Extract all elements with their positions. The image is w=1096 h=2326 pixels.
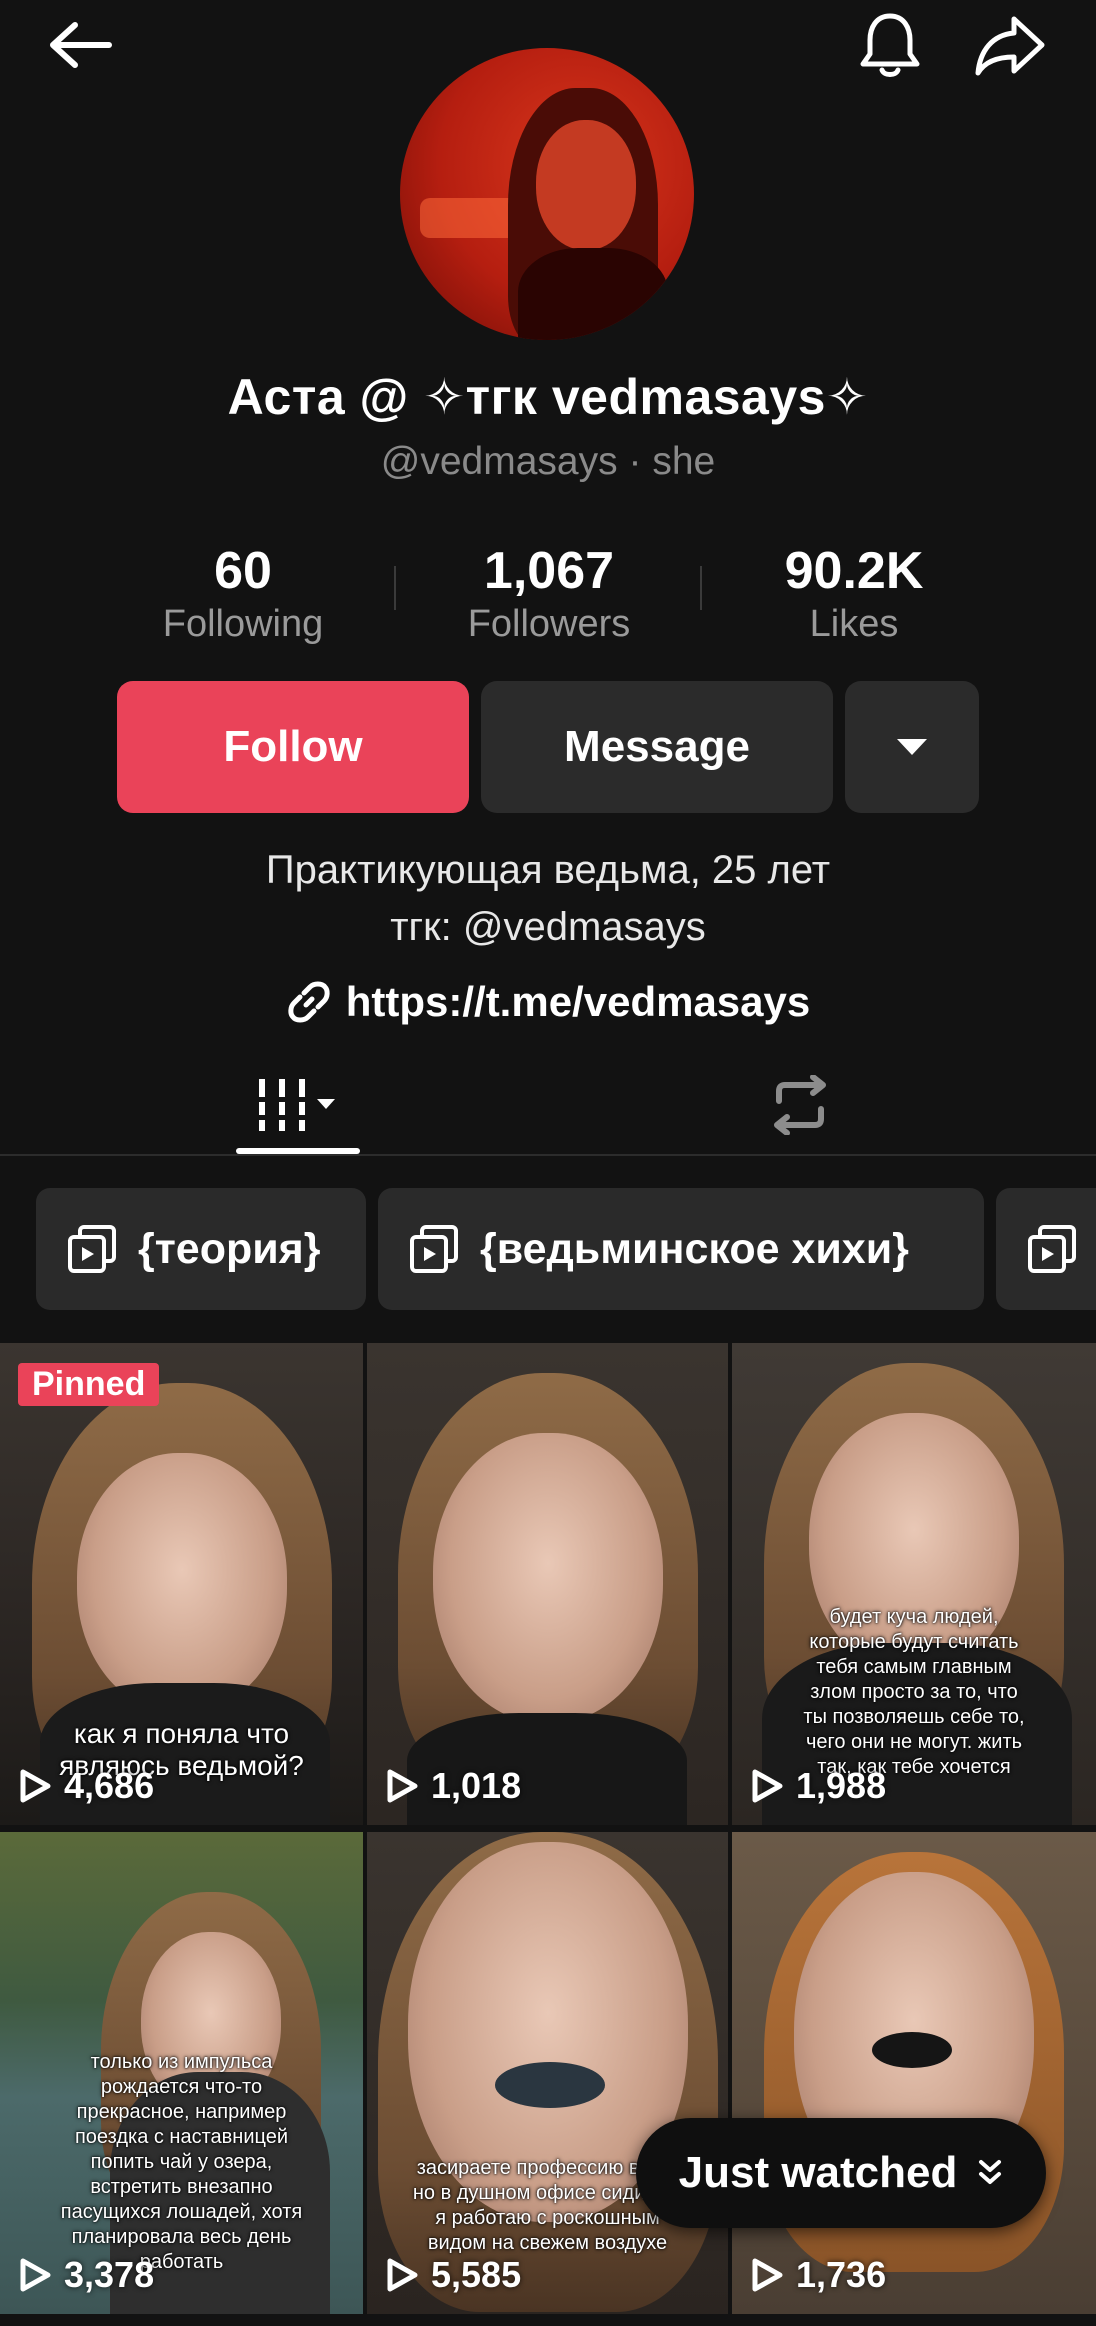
video-thumbnail[interactable]: Pinned как я поняла что являюсь ведьмой?… [0,1343,363,1825]
stat-likes[interactable]: 90.2K Likes [739,540,969,646]
playlist-chip[interactable]: {ведьминское хихи} [378,1188,984,1310]
stat-following-value: 60 [214,542,272,600]
avatar-face [536,120,636,250]
view-count: 3,378 [18,2254,154,2296]
stat-following[interactable]: 60 Following [128,540,358,646]
stat-divider [394,566,396,610]
pronouns: she [652,440,716,483]
link-icon [288,981,330,1023]
username: @vedmasays [380,440,618,483]
follow-button[interactable]: Follow [117,681,469,813]
video-thumbnail[interactable]: засираете профессию вед... но в душном о… [367,1832,728,2314]
video-thumbnail[interactable]: 1,736 [732,1832,1096,2314]
view-count-text: 3,378 [64,2254,155,2295]
profile-link-text: https://t.me/vedmasays [345,978,811,1025]
grid-icon [259,1079,335,1131]
video-thumbnail[interactable]: будет куча людей, которые будут считать … [732,1343,1096,1825]
view-count-text: 1,018 [431,1765,522,1806]
play-icon [387,2258,418,2292]
video-caption: будет куча людей, которые будут считать … [803,1606,1025,1778]
bio-line-1: Практикующая ведьма, 25 лет [265,848,831,892]
playlist-label: {теория} [138,1224,321,1273]
just-watched-button[interactable]: Just watched [636,2118,1046,2228]
view-count: 1,018 [385,1765,521,1807]
thumbnail-lips [872,2032,952,2068]
view-count: 1,988 [750,1765,886,1807]
bio-line-2: тгк: @vedmasays [390,905,706,949]
tab-reposts[interactable] [740,1055,860,1155]
view-count-text: 4,686 [64,1765,155,1806]
display-name: Аста @ ✧тгк vedmasays✧ [227,369,869,425]
notifications-button[interactable] [845,5,935,85]
handle-row: @vedmasays · she [0,440,1096,484]
playlist-icon [410,1225,458,1273]
avatar[interactable] [400,48,694,340]
share-icon [975,16,1045,76]
playlist-chip[interactable] [996,1188,1096,1310]
separator-dot: · [628,440,642,483]
suggested-accounts-button[interactable] [845,681,979,813]
play-icon [752,2258,783,2292]
stat-following-label: Following [162,603,324,645]
tab-videos[interactable] [236,1055,360,1155]
playlist-icon [1028,1225,1076,1273]
just-watched-label: Just watched [678,2148,958,2197]
thumbnail-lips [495,2062,605,2108]
view-count-text: 1,988 [796,1765,887,1806]
back-button[interactable] [30,10,130,80]
stat-followers-value: 1,067 [483,542,615,600]
thumbnail-face [76,1453,287,1713]
back-arrow-icon [50,22,112,68]
dropdown-icon [897,739,927,755]
message-button[interactable]: Message [481,681,833,813]
stat-divider [700,566,702,610]
avatar-shirt [518,248,668,340]
view-count: 4,686 [18,1765,154,1807]
play-icon [20,2258,51,2292]
video-thumbnail[interactable]: 1,018 [367,1343,728,1825]
view-count-text: 1,736 [796,2254,887,2295]
bell-icon [860,13,920,77]
stat-followers[interactable]: 1,067 Followers [434,540,664,646]
stat-likes-value: 90.2K [784,542,924,600]
stat-likes-label: Likes [809,603,899,645]
chevron-double-down-icon [979,2160,1002,2184]
play-icon [387,1769,418,1803]
video-thumbnail[interactable]: только из импульса рождается что-то прек… [0,1832,363,2314]
view-count-text: 5,585 [431,2254,522,2295]
play-icon [20,1769,51,1803]
playlist-label: {ведьминское хихи} [480,1224,909,1273]
thumbnail-face [432,1433,663,1723]
view-count: 1,736 [750,2254,886,2296]
view-count: 5,585 [385,2254,521,2296]
play-icon [752,1769,783,1803]
profile-link[interactable]: https://t.me/vedmasays [0,978,1096,1026]
stat-followers-label: Followers [467,603,631,645]
pinned-badge: Pinned [18,1363,160,1406]
share-button[interactable] [960,5,1060,85]
playlist-icon [68,1225,116,1273]
tab-divider [0,1154,1096,1156]
repost-icon [774,1075,826,1135]
playlist-chip[interactable]: {теория} [36,1188,366,1310]
video-caption: только из импульса рождается что-то прек… [60,2051,303,2273]
